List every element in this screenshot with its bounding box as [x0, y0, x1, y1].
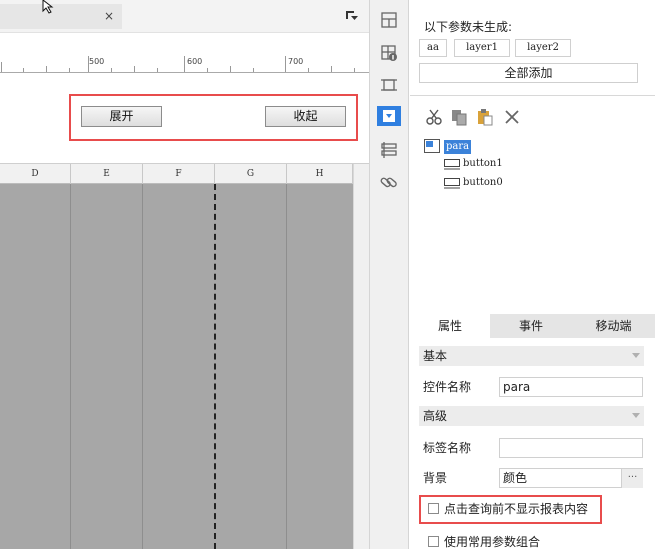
dropdown-widget-icon[interactable] — [383, 110, 395, 122]
chevron-down-icon — [632, 413, 640, 418]
section-advanced[interactable]: 高级 — [419, 406, 644, 426]
tab-events[interactable]: 事件 — [490, 314, 572, 338]
tree-item-label: button0 — [463, 177, 503, 188]
horizontal-ruler: 500 600 700 — [0, 56, 369, 73]
column-header-e[interactable]: E — [71, 164, 143, 184]
link-icon[interactable] — [379, 172, 399, 192]
chevron-down-icon — [632, 353, 640, 358]
tree-item-label: para — [444, 140, 472, 154]
use-common-params-checkbox[interactable] — [428, 536, 439, 547]
ruler-label-500: 500 — [89, 57, 105, 66]
column-header-row: D E F G H — [0, 164, 353, 184]
column-header-d[interactable]: D — [0, 164, 71, 184]
page-break-line — [214, 184, 216, 549]
delete-icon[interactable] — [503, 108, 521, 126]
uncreated-params-title: 以下参数未生成: — [424, 20, 513, 34]
ruler-label-700: 700 — [288, 57, 304, 66]
add-all-button[interactable]: 全部添加 — [419, 63, 638, 83]
section-advanced-label: 高级 — [423, 409, 448, 423]
use-common-params-label: 使用常用参数组合 — [444, 535, 541, 549]
paste-icon[interactable] — [476, 108, 494, 126]
tag-name-input[interactable] — [499, 438, 643, 458]
vertical-scrollbar[interactable] — [353, 164, 369, 549]
column-header-f[interactable]: F — [143, 164, 215, 184]
column-header-g[interactable]: G — [215, 164, 287, 184]
highlight-box-buttons — [69, 94, 358, 141]
report-designer-area: × 500 600 700 展开 收起 D E F G H — [0, 0, 369, 549]
button-widget-icon — [444, 178, 460, 189]
divider — [410, 95, 655, 96]
property-tabs: 属性 事件 移动端 — [410, 314, 655, 338]
button-widget-icon — [444, 159, 460, 170]
ruler-label-600: 600 — [187, 57, 203, 66]
tab-menu-icon[interactable] — [345, 9, 359, 23]
layout-grid-icon[interactable] — [379, 10, 399, 30]
form-list-icon[interactable] — [379, 140, 399, 160]
column-header-h[interactable]: H — [287, 164, 353, 184]
tab-attributes[interactable]: 属性 — [410, 314, 490, 338]
param-tag-aa[interactable]: aa — [419, 39, 447, 57]
form-icon — [424, 139, 440, 153]
mouse-cursor-icon — [42, 0, 54, 14]
control-name-input[interactable]: para — [499, 377, 643, 397]
tree-item-label: button1 — [463, 158, 503, 169]
background-more-button[interactable]: ··· — [621, 469, 643, 488]
control-name-label: 控件名称 — [423, 380, 472, 394]
highlight-box-checkbox — [419, 495, 602, 524]
param-tag-layer2[interactable]: layer2 — [515, 39, 571, 57]
param-tag-layer1[interactable]: layer1 — [454, 39, 510, 57]
widget-settings-icon[interactable] — [379, 43, 399, 63]
properties-panel: 以下参数未生成: aa layer1 layer2 全部添加 para butt… — [410, 0, 655, 549]
cut-icon[interactable] — [425, 108, 443, 126]
frame-icon[interactable] — [379, 75, 399, 95]
background-label: 背景 — [423, 471, 448, 485]
copy-icon[interactable] — [450, 108, 468, 126]
tab-mobile[interactable]: 移动端 — [572, 314, 655, 338]
section-basic-label: 基本 — [423, 349, 448, 363]
tag-name-label: 标签名称 — [423, 441, 472, 455]
tab-report[interactable]: × — [0, 4, 122, 29]
close-icon[interactable]: × — [104, 9, 114, 23]
panel-divider — [0, 148, 369, 164]
section-basic[interactable]: 基本 — [419, 346, 644, 366]
report-grid[interactable] — [0, 184, 353, 549]
